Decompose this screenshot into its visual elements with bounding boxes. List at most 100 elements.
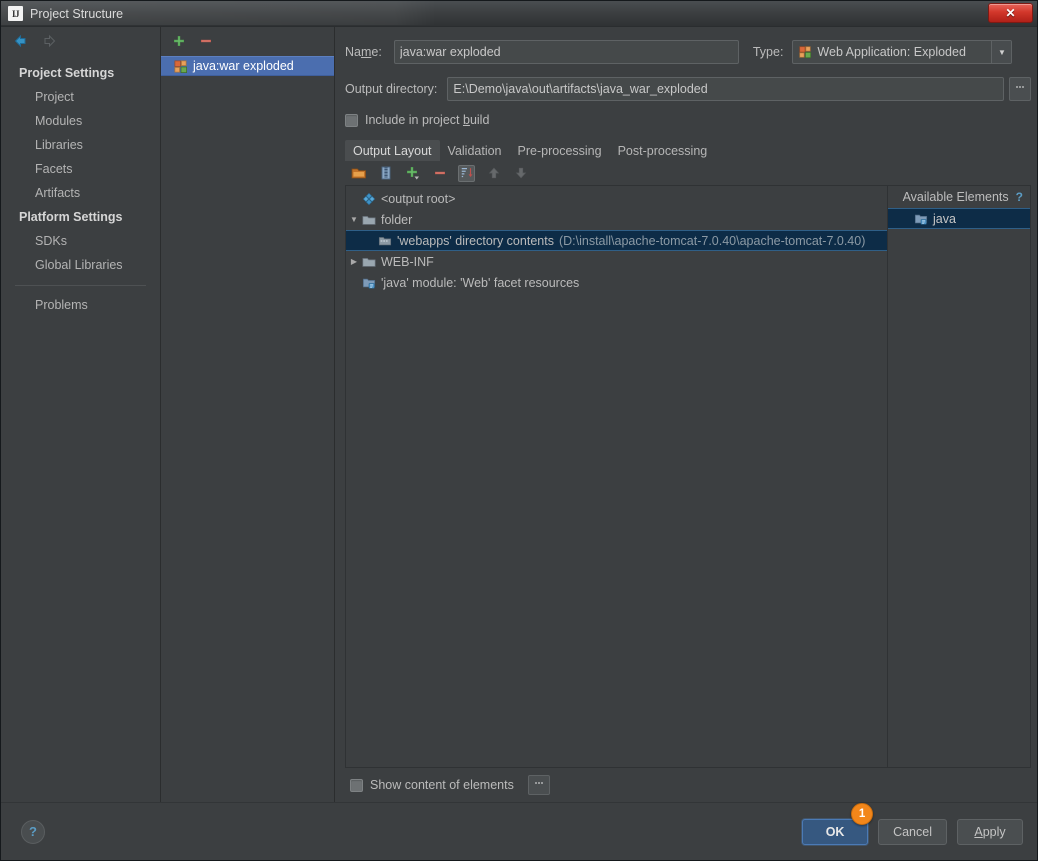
close-icon: ✕ (1005, 6, 1016, 20)
output-directory-row: Output directory: (345, 77, 1031, 101)
close-button[interactable]: ✕ (988, 3, 1033, 23)
output-layout-area: <output root> ▼ folder 'webapps' directo… (345, 185, 1031, 768)
tree-row-path: (D:\install\apache-tomcat-7.0.40\apache-… (558, 233, 866, 248)
artifacts-toolbar (161, 27, 334, 55)
artifact-list-item[interactable]: java:war exploded (161, 56, 334, 76)
artifacts-list: java:war exploded (161, 55, 334, 802)
output-root-icon (362, 192, 376, 206)
available-element-item[interactable]: java (888, 208, 1030, 229)
available-element-label: java (933, 211, 956, 226)
move-down-button[interactable] (512, 165, 529, 182)
dialog-main-row: Project Settings Project Modules Librari… (1, 27, 1037, 802)
create-archive-icon (381, 166, 390, 180)
sidebar-item-problems[interactable]: Problems (1, 293, 160, 317)
tree-twisty-expanded[interactable]: ▼ (346, 215, 362, 224)
artifacts-column: java:war exploded (161, 27, 335, 802)
plus-icon (174, 36, 184, 46)
sidebar-item-artifacts[interactable]: Artifacts (1, 181, 160, 205)
include-in-build-checkbox[interactable] (345, 113, 358, 127)
remove-icon (434, 171, 445, 175)
show-content-row: Show content of elements (345, 768, 1031, 802)
sidebar-item-project[interactable]: Project (1, 85, 160, 109)
tree-row-folder[interactable]: ▼ folder (346, 209, 887, 230)
help-icon[interactable]: ? (1016, 190, 1023, 204)
show-content-options-button[interactable] (527, 775, 550, 795)
intellij-idea-icon: IJ (8, 6, 23, 21)
window-title: Project Structure (30, 6, 124, 21)
sidebar-item-facets[interactable]: Facets (1, 157, 160, 181)
name-type-row: Name: Type: Web Application: Exploded (345, 40, 1031, 64)
minus-icon (201, 39, 211, 43)
create-directory-icon (351, 168, 366, 179)
output-directory-label: Output directory: (345, 82, 438, 96)
type-label: Type: (752, 45, 784, 59)
name-label: Name: (345, 45, 382, 59)
tab-output-layout[interactable]: Output Layout (345, 140, 440, 161)
cancel-button[interactable]: Cancel (878, 818, 947, 845)
tree-row-output-root[interactable]: <output root> (346, 188, 887, 209)
tree-row-label: 'webapps' directory contents (397, 233, 554, 248)
tab-post-processing[interactable]: Post-processing (609, 140, 716, 161)
module-facet-icon (362, 276, 376, 290)
sidebar-item-sdks[interactable]: SDKs (1, 229, 160, 253)
tab-validation[interactable]: Validation (439, 140, 510, 161)
tree-row-label: <output root> (381, 191, 456, 206)
sidebar-divider (15, 285, 146, 286)
tab-pre-processing[interactable]: Pre-processing (509, 140, 610, 161)
project-structure-dialog: IJ Project Structure ✕ Project Settings … (0, 0, 1038, 861)
sidebar-item-libraries[interactable]: Libraries (1, 133, 160, 157)
tree-row-web-inf[interactable]: ▶ WEB-INF (346, 251, 887, 272)
sort-button[interactable] (458, 164, 475, 182)
tree-row-label: 'java' module: 'Web' facet resources (381, 275, 580, 290)
move-up-icon (488, 167, 499, 179)
remove-element-button[interactable] (431, 165, 448, 182)
output-layout-tree[interactable]: <output root> ▼ folder 'webapps' directo… (345, 185, 887, 768)
arrow-left-icon (14, 34, 26, 48)
chevron-down-icon[interactable]: ▼ (991, 41, 1012, 63)
sidebar-item-modules[interactable]: Modules (1, 109, 160, 133)
footer-buttons: 1 OK Cancel Apply (802, 802, 1023, 845)
available-elements-header: Available Elements ? (888, 186, 1030, 208)
output-layout-toolbar (345, 161, 1031, 185)
forward-button[interactable] (41, 32, 59, 50)
name-input[interactable] (393, 40, 739, 64)
tree-row-label: folder (381, 212, 413, 227)
artifact-editor-panel: Name: Type: Web Application: Exploded (335, 27, 1037, 802)
add-copy-icon (406, 167, 419, 180)
artifact-tabs: Output Layout Validation Pre-processing … (345, 140, 1031, 161)
move-up-button[interactable] (485, 165, 502, 182)
sidebar-group-platform-settings: Platform Settings (19, 210, 123, 224)
ellipsis-icon (534, 782, 543, 784)
folder-icon (362, 213, 376, 227)
tree-row-webapps-directory-contents[interactable]: 'webapps' directory contents (D:\install… (346, 230, 887, 251)
sidebar-group-project-settings: Project Settings (19, 66, 115, 80)
folder-icon (362, 255, 376, 269)
artifact-type-value-wrap: Web Application: Exploded (793, 45, 991, 59)
artifact-type-combo[interactable]: Web Application: Exploded ▼ (792, 40, 1013, 64)
create-directory-button[interactable] (350, 165, 367, 182)
back-button[interactable] (11, 32, 29, 50)
step-badge: 1 (851, 802, 874, 825)
browse-output-directory-button[interactable] (1009, 77, 1031, 101)
output-directory-input[interactable] (447, 77, 1004, 101)
add-copy-button[interactable] (404, 165, 421, 182)
title-bar-highlight (1, 1, 1037, 25)
tree-row-java-module-web-facet[interactable]: 'java' module: 'Web' facet resources (346, 272, 887, 293)
add-artifact-button[interactable] (171, 33, 187, 49)
sidebar-list: Project Settings Project Modules Librari… (1, 55, 160, 317)
remove-artifact-button[interactable] (198, 33, 214, 49)
navigation-arrows (1, 27, 160, 55)
directory-contents-icon (378, 234, 392, 248)
sidebar-item-global-libraries[interactable]: Global Libraries (1, 253, 160, 277)
apply-button[interactable]: Apply (957, 818, 1023, 845)
artifact-exploded-icon (174, 60, 187, 73)
title-bar: IJ Project Structure ✕ (1, 1, 1037, 27)
show-content-checkbox[interactable] (350, 778, 363, 792)
include-in-build-label: Include in project build (365, 113, 490, 127)
artifact-type-value: Web Application: Exploded (817, 45, 966, 59)
tree-twisty-collapsed[interactable]: ▶ (346, 257, 362, 266)
help-button[interactable]: ? (21, 819, 45, 844)
include-in-build-checkbox-row[interactable]: Include in project build (345, 113, 1031, 127)
create-archive-button[interactable] (377, 165, 394, 182)
show-content-label: Show content of elements (370, 778, 514, 792)
